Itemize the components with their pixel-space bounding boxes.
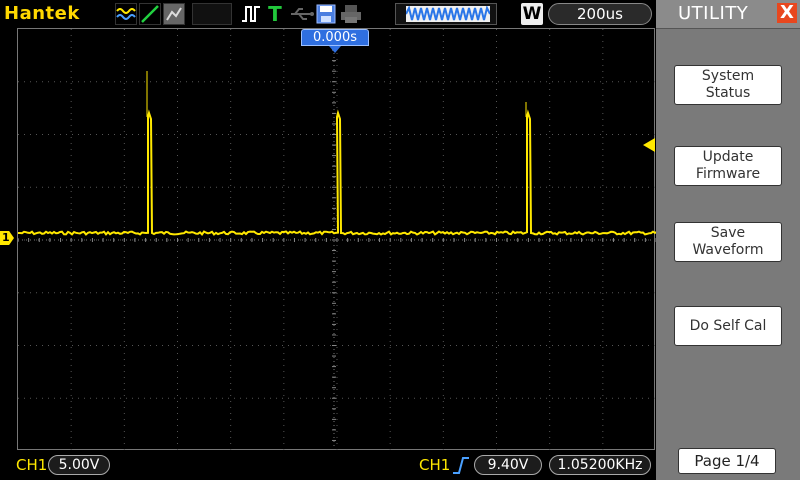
- panel-header: UTILITY X: [656, 0, 800, 29]
- save-icon[interactable]: [316, 3, 336, 25]
- do-self-cal-button[interactable]: Do Self Cal: [674, 306, 782, 346]
- update-firmware-button[interactable]: Update Firmware: [674, 146, 782, 186]
- frequency-readout: 1.05200KHz: [549, 455, 651, 475]
- pulse-trigger-icon[interactable]: [240, 3, 262, 25]
- trigger-level-value[interactable]: 9.40V: [474, 455, 542, 475]
- run-mode-badge: W: [521, 3, 543, 25]
- ch1-label: CH1: [16, 456, 48, 474]
- waveform-display[interactable]: [17, 28, 656, 451]
- dots-icon[interactable]: [163, 3, 185, 25]
- line-icon[interactable]: [139, 3, 161, 25]
- graticule: [18, 29, 656, 451]
- trigger-time-arrow-icon: [329, 46, 341, 53]
- bottom-status-bar: CH1 5.00V CH1 9.40V 1.05200KHz: [0, 450, 656, 480]
- trigger-source-label: CH1: [419, 456, 451, 474]
- rising-edge-icon: [452, 455, 470, 475]
- timebase-readout[interactable]: 200us: [548, 3, 652, 25]
- system-status-button[interactable]: System Status: [674, 65, 782, 105]
- print-icon[interactable]: [340, 3, 362, 25]
- ch1-level-marker[interactable]: 1: [0, 231, 14, 245]
- trigger-time-marker[interactable]: 0.000s: [301, 29, 369, 46]
- usb-icon: [289, 3, 315, 25]
- ch1-waveform-trace: [18, 109, 656, 236]
- panel-title: UTILITY: [678, 3, 749, 24]
- brand-logo: Hantek: [4, 3, 80, 24]
- ch1-scale[interactable]: 5.00V: [48, 455, 110, 475]
- close-icon[interactable]: X: [777, 3, 797, 23]
- utility-menu-panel: UTILITY X System Status Update Firmware …: [656, 0, 800, 480]
- save-waveform-button[interactable]: Save Waveform: [674, 222, 782, 262]
- page-indicator-button[interactable]: Page 1/4: [678, 448, 776, 474]
- trigger-status-icon: T: [268, 2, 282, 26]
- trigger-position-indicator: [395, 3, 497, 25]
- acquire-status-box: [192, 3, 232, 25]
- wave-icon[interactable]: [115, 3, 137, 25]
- trigger-level-marker-icon[interactable]: [643, 138, 655, 152]
- top-status-bar: Hantek T W 200us: [0, 0, 656, 28]
